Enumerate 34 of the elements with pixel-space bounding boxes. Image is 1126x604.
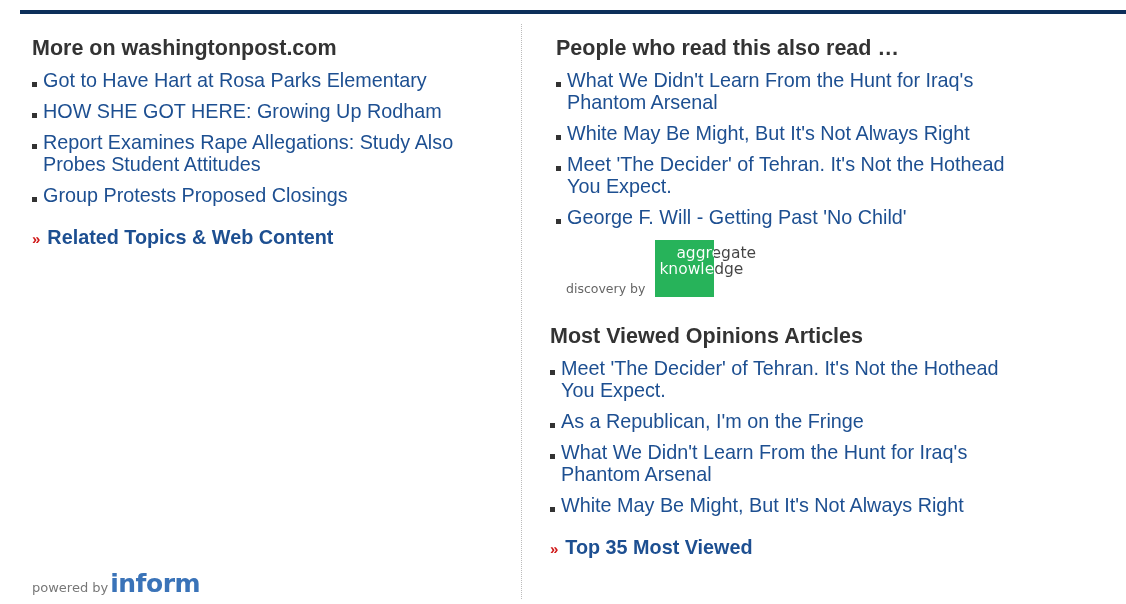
- article-link[interactable]: Group Protests Proposed Closings: [43, 184, 348, 206]
- arrow-icon: »: [550, 540, 559, 557]
- article-link[interactable]: George F. Will - Getting Past 'No Child': [567, 206, 907, 228]
- bullet-icon: [32, 144, 37, 149]
- article-link[interactable]: Got to Have Hart at Rosa Parks Elementary: [43, 69, 427, 91]
- bullet-icon: [556, 135, 561, 140]
- bullet-icon: [550, 454, 555, 459]
- bullet-icon: [556, 219, 561, 224]
- bullet-icon: [556, 82, 561, 87]
- bullet-icon: [550, 370, 555, 375]
- powered-by-label: powered by: [32, 580, 109, 595]
- bullet-icon: [32, 82, 37, 87]
- article-link[interactable]: What We Didn't Learn From the Hunt for Iraq's Phantom Arsenal: [567, 69, 1027, 113]
- section-heading: Most Viewed Opinions Articles: [550, 324, 864, 348]
- bullet-icon: [550, 423, 555, 428]
- article-link[interactable]: Meet 'The Decider' of Tehran. It's Not the Hothead You Expect.: [567, 153, 1027, 197]
- arrow-icon: »: [32, 230, 41, 247]
- bullet-icon: [550, 507, 555, 512]
- article-link[interactable]: White May Be Might, But It's Not Always Right: [567, 122, 970, 144]
- more-link[interactable]: Related Topics & Web Content: [47, 226, 334, 248]
- article-link[interactable]: HOW SHE GOT HERE: Growing Up Rodham: [43, 100, 442, 122]
- brand-logo: inform: [110, 569, 201, 598]
- section-heading: People who read this also read …: [556, 36, 900, 60]
- article-link[interactable]: Report Examines Rape Allegations: Study Also Probes Student Attitudes: [43, 131, 483, 175]
- article-link[interactable]: As a Republican, I'm on the Fringe: [561, 410, 864, 432]
- section-heading: More on washingtonpost.com: [32, 36, 338, 60]
- bullet-icon: [556, 166, 561, 171]
- article-link[interactable]: What We Didn't Learn From the Hunt for Iraq's Phantom Arsenal: [561, 441, 1021, 485]
- article-link[interactable]: White May Be Might, But It's Not Always Right: [561, 494, 964, 516]
- bullet-icon: [32, 113, 37, 118]
- article-link[interactable]: Meet 'The Decider' of Tehran. It's Not the Hothead You Expect.: [561, 357, 1021, 401]
- discovery-label: discovery by: [566, 281, 646, 296]
- more-link[interactable]: Top 35 Most Viewed: [565, 536, 753, 558]
- bullet-icon: [32, 197, 37, 202]
